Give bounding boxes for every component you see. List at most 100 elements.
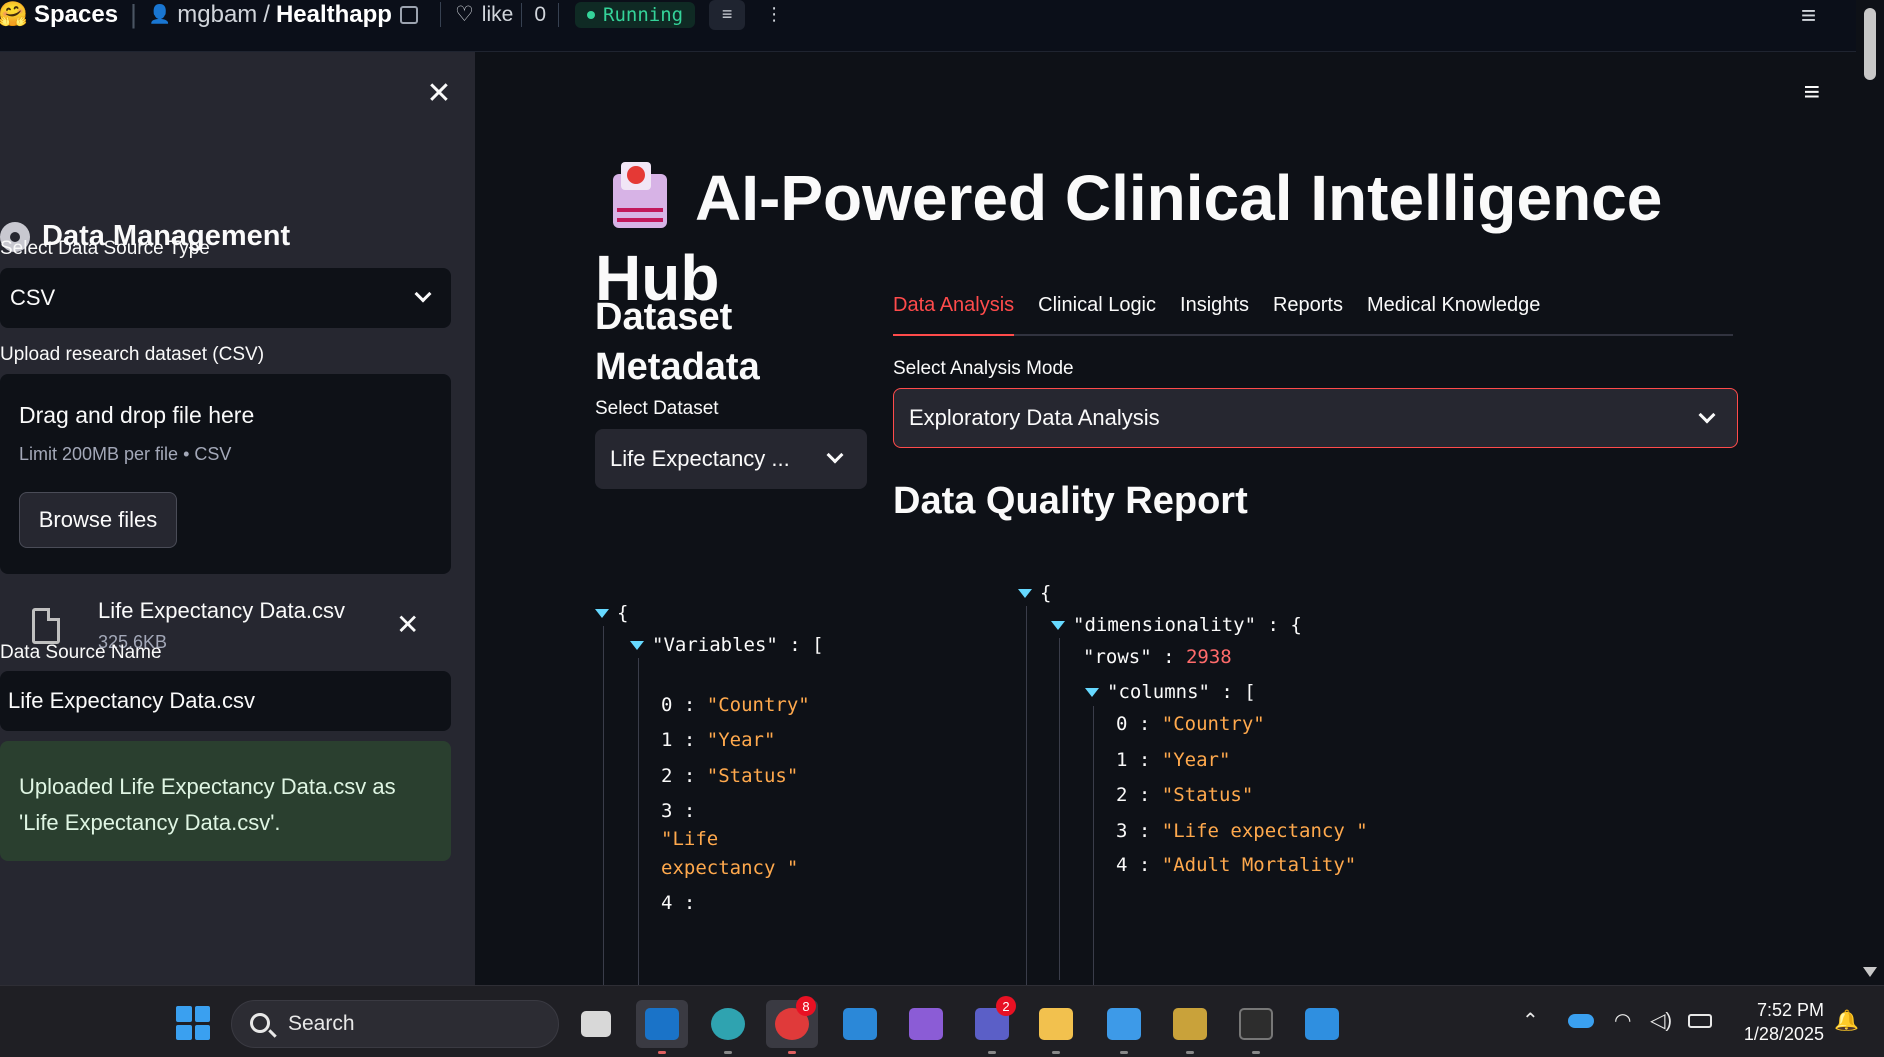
taskbar: Search 8 2 ⌃ ◠ ◁) 7:52 PM 1/28/2025 🔔 [0, 985, 1884, 1057]
metadata-heading: Dataset Metadata [595, 296, 760, 388]
scrollbar-thumb[interactable] [1864, 8, 1876, 80]
tools-app-icon[interactable] [1164, 1000, 1216, 1054]
analysis-mode-label: Select Analysis Mode [893, 358, 1074, 379]
repo-owner[interactable]: mgbam [177, 1, 257, 29]
tab-insights[interactable]: Insights [1180, 290, 1249, 336]
repo-path[interactable]: 👤 mgbam / Healthapp [149, 1, 392, 29]
json-dimensionality-row: "dimensionality" : { [1051, 614, 1302, 636]
source-type-select[interactable]: CSV [0, 268, 451, 328]
data-quality-heading: Data Quality Report [893, 480, 1248, 522]
photos-icon[interactable] [1296, 1000, 1348, 1048]
notifications-icon[interactable]: 🔔 [1834, 1008, 1859, 1033]
user-avatar-icon: 👤 [148, 4, 172, 24]
logs-icon[interactable]: ≡ [709, 0, 746, 30]
scroll-down-arrow-icon[interactable] [1863, 967, 1877, 977]
json-item: 1 : "Year" [1116, 749, 1231, 771]
file-explorer-icon[interactable] [1030, 1000, 1082, 1054]
file-dropzone[interactable]: Drag and drop file here Limit 200MB per … [0, 374, 451, 574]
browse-files-button[interactable]: Browse files [19, 492, 177, 548]
hamburger-menu-icon[interactable]: ≡ [1801, 0, 1816, 31]
json-item: 4 : "Adult Mortality" [1116, 854, 1357, 876]
search-placeholder: Search [288, 1012, 355, 1035]
onedrive-icon[interactable] [1568, 1014, 1594, 1028]
edge-icon[interactable] [702, 1000, 754, 1054]
task-view-icon[interactable] [570, 1000, 622, 1048]
more-options-icon[interactable]: ⋮ [759, 0, 789, 30]
upload-label: Upload research dataset (CSV) [0, 344, 265, 365]
notification-badge: 8 [796, 996, 816, 1016]
show-hidden-icons-icon[interactable]: ⌃ [1522, 1008, 1539, 1033]
clock-date: 1/28/2025 [1743, 1024, 1824, 1044]
hf-header: 🤗 Spaces | 👤 mgbam / Healthapp ♡ like 0 Ru… [0, 0, 1856, 52]
vivaldi-icon[interactable]: 8 [766, 996, 818, 1054]
collapse-toggle-icon[interactable] [595, 609, 609, 618]
chevron-down-icon [414, 285, 432, 303]
source-type-label: Select Data Source Type [0, 238, 210, 259]
dropzone-limit: Limit 200MB per file • CSV [19, 444, 232, 464]
hugging-face-icon[interactable]: 🤗 [0, 1, 28, 28]
main-content: ≡ AI-Powered Clinical Intelligence Hub D… [475, 52, 1856, 985]
collapse-toggle-icon[interactable] [1085, 688, 1099, 697]
close-sidebar-icon[interactable]: ✕ [424, 77, 454, 110]
success-alert: Uploaded Life Expectancy Data.csv as 'Li… [0, 741, 451, 861]
uploaded-file-name: Life Expectancy Data.csv [98, 598, 346, 623]
windows-start-icon[interactable] [176, 1006, 210, 1040]
json-columns-row: "columns" : [ [1085, 681, 1256, 703]
select-dataset-label: Select Dataset [595, 398, 719, 419]
tab-medical-knowledge[interactable]: Medical Knowledge [1367, 290, 1540, 336]
remove-file-icon[interactable]: ✕ [396, 608, 419, 641]
tab-reports[interactable]: Reports [1273, 290, 1343, 336]
json-item: 4 : [661, 892, 696, 914]
page-scrollbar[interactable] [1856, 0, 1884, 985]
like-label: like [481, 2, 514, 26]
clock-time: 7:52 PM [1756, 1000, 1824, 1020]
header-divider: | [130, 0, 137, 29]
file-icon [32, 608, 60, 644]
outlook-icon[interactable] [636, 1000, 688, 1054]
teams-icon[interactable]: 2 [966, 996, 1018, 1054]
source-name-input[interactable]: Life Expectancy Data.csv [0, 671, 451, 731]
clock[interactable]: 7:52 PM 1/28/2025 [1732, 998, 1824, 1046]
sidebar: ✕ Data Management Select Data Source Typ… [0, 52, 475, 985]
wifi-icon[interactable]: ◠ [1614, 1008, 1631, 1033]
json-rows-row: "rows" : 2938 [1083, 646, 1232, 668]
json-item: 0 : "Country" [1116, 713, 1265, 735]
taskbar-search[interactable]: Search [231, 1000, 559, 1048]
dataset-select-value: Life Expectancy ... [610, 446, 790, 471]
collapse-toggle-icon[interactable] [1051, 621, 1065, 630]
like-count: 0 [521, 2, 559, 27]
terminal-icon[interactable] [1230, 1000, 1282, 1054]
json-item-value: "Life [661, 828, 719, 850]
source-name-label: Data Source Name [0, 642, 162, 663]
copy-icon[interactable] [399, 5, 418, 24]
quality-json-content: { "dimensionality" : { "rows" : 2938 "co… [1018, 582, 1438, 985]
search-icon [250, 1013, 270, 1033]
status-badge[interactable]: Running [575, 1, 696, 28]
path-separator: / [263, 0, 270, 28]
json-item: 3 : [661, 800, 696, 822]
status-text: Running [603, 3, 684, 26]
tab-clinical-logic[interactable]: Clinical Logic [1038, 290, 1156, 336]
dataset-select[interactable]: Life Expectancy ... [595, 429, 867, 489]
volume-icon[interactable]: ◁) [1650, 1008, 1672, 1033]
collapse-toggle-icon[interactable] [630, 641, 644, 650]
repo-name[interactable]: Healthapp [276, 1, 392, 29]
battery-icon[interactable] [1688, 1014, 1712, 1028]
collapse-toggle-icon[interactable] [1018, 589, 1032, 598]
analysis-tabs: Data Analysis Clinical Logic Insights Re… [893, 290, 1733, 336]
chevron-down-icon [1698, 406, 1716, 424]
notification-badge: 2 [996, 996, 1016, 1016]
json-root: { [595, 602, 628, 624]
spaces-link[interactable]: Spaces [34, 1, 118, 29]
json-item: 3 : "Life expectancy " [1116, 820, 1368, 842]
tab-data-analysis[interactable]: Data Analysis [893, 290, 1015, 336]
notepad-icon[interactable] [1098, 1000, 1150, 1054]
json-item: 2 : "Status" [1116, 784, 1254, 806]
azure-icon[interactable] [834, 1000, 886, 1048]
like-button[interactable]: ♡ like 0 [439, 2, 559, 27]
app-menu-icon[interactable]: ≡ [1804, 76, 1820, 108]
analysis-mode-value: Exploratory Data Analysis [909, 405, 1160, 430]
status-dot-icon [587, 10, 595, 19]
visual-studio-icon[interactable] [900, 1000, 952, 1048]
analysis-mode-select[interactable]: Exploratory Data Analysis [893, 388, 1738, 448]
